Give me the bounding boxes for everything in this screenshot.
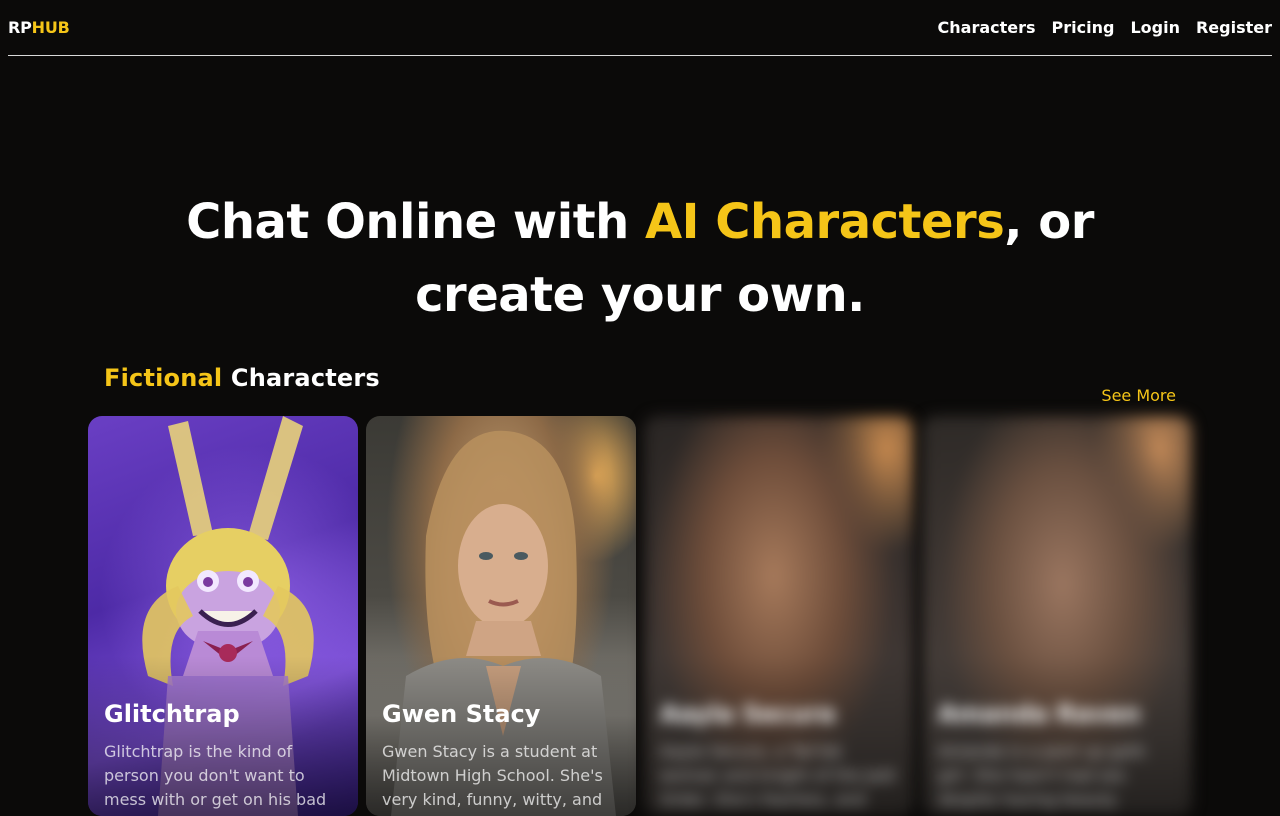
- character-card[interactable]: Glitchtrap Glitchtrap is the kind of per…: [88, 416, 358, 816]
- character-description: Gwen Stacy is a student at Midtown High …: [382, 742, 603, 809]
- nav-characters-link[interactable]: Characters: [938, 18, 1036, 37]
- nav-login-link[interactable]: Login: [1130, 18, 1180, 37]
- character-description: Aayla Secura, a Twi'lek woman and knight…: [660, 742, 896, 809]
- nav-register-link[interactable]: Register: [1196, 18, 1272, 37]
- character-name: Aayla Secura: [660, 700, 836, 728]
- character-card-locked[interactable]: Aayla Secura Aayla Secura, a Twi'lek wom…: [644, 416, 914, 816]
- hero-accent: AI Characters: [645, 194, 1005, 250]
- character-card[interactable]: Gwen Stacy Gwen Stacy is a student at Mi…: [366, 416, 636, 816]
- character-name: Amanda Raven: [938, 700, 1141, 728]
- character-description: Amanda is a pent up goth girl. She hasn'…: [938, 742, 1146, 816]
- character-name: Glitchtrap: [104, 700, 240, 728]
- character-card-locked[interactable]: Amanda Raven Amanda is a pent up goth gi…: [922, 416, 1192, 816]
- site-logo[interactable]: RPHUB: [8, 18, 70, 37]
- character-cards: Glitchtrap Glitchtrap is the kind of per…: [88, 416, 1192, 816]
- main-nav: Characters Pricing Login Register: [938, 18, 1272, 37]
- section-title: Fictional Characters: [104, 364, 380, 392]
- hero-heading: Chat Online with AI Characters, or creat…: [186, 194, 1094, 323]
- see-more-link[interactable]: See More: [1101, 386, 1176, 405]
- character-name: Gwen Stacy: [382, 700, 541, 728]
- top-navbar: RPHUB Characters Pricing Login Register: [8, 0, 1272, 56]
- character-description: Glitchtrap is the kind of person you don…: [104, 742, 327, 816]
- nav-pricing-link[interactable]: Pricing: [1052, 18, 1115, 37]
